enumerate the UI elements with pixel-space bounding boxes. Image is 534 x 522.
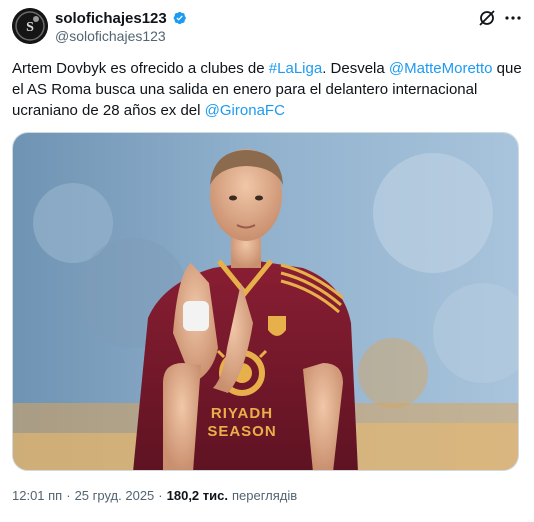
- jersey-sponsor-line2: SEASON: [207, 423, 276, 440]
- tweet-metadata: 12:01 пп · 25 груд. 2025 · 180,2 тис. пе…: [12, 488, 297, 503]
- tweet-time[interactable]: 12:01 пп: [12, 488, 62, 503]
- tweet-photo[interactable]: RIYADH SEASON: [12, 132, 519, 471]
- author-name-row: solofichajes123: [55, 9, 187, 27]
- more-options-icon[interactable]: [503, 8, 523, 28]
- grok-icon[interactable]: [477, 8, 497, 28]
- hashtag-laliga-link[interactable]: #LaLiga: [269, 60, 322, 77]
- mention-gironafc-link[interactable]: @GironaFC: [205, 102, 285, 119]
- jersey-sponsor-line1: RIYADH: [211, 405, 273, 422]
- meta-separator: ·: [66, 488, 71, 503]
- author-display-name[interactable]: solofichajes123: [55, 10, 167, 27]
- tweet-text: Artem Dovbyk es ofrecido a clubes de #La…: [12, 58, 522, 121]
- verified-badge-icon: [171, 10, 187, 26]
- author-handle[interactable]: @solofichajes123: [55, 28, 166, 44]
- tweet-text-segment: . Desvela: [322, 60, 389, 77]
- avatar[interactable]: S: [12, 8, 48, 44]
- mention-mattemoretto-link[interactable]: @MatteMoretto: [389, 60, 493, 77]
- views-count: 180,2 тис.: [166, 488, 228, 503]
- meta-separator: ·: [158, 488, 163, 503]
- views-label: переглядів: [231, 488, 298, 503]
- svg-text:S: S: [26, 20, 34, 35]
- tweet-date[interactable]: 25 груд. 2025: [75, 488, 155, 503]
- tweet-text-segment: Artem Dovbyk es ofrecido a clubes de: [12, 60, 269, 77]
- tweet-card: S solofichajes123 @solofichajes123 Artem…: [0, 0, 534, 522]
